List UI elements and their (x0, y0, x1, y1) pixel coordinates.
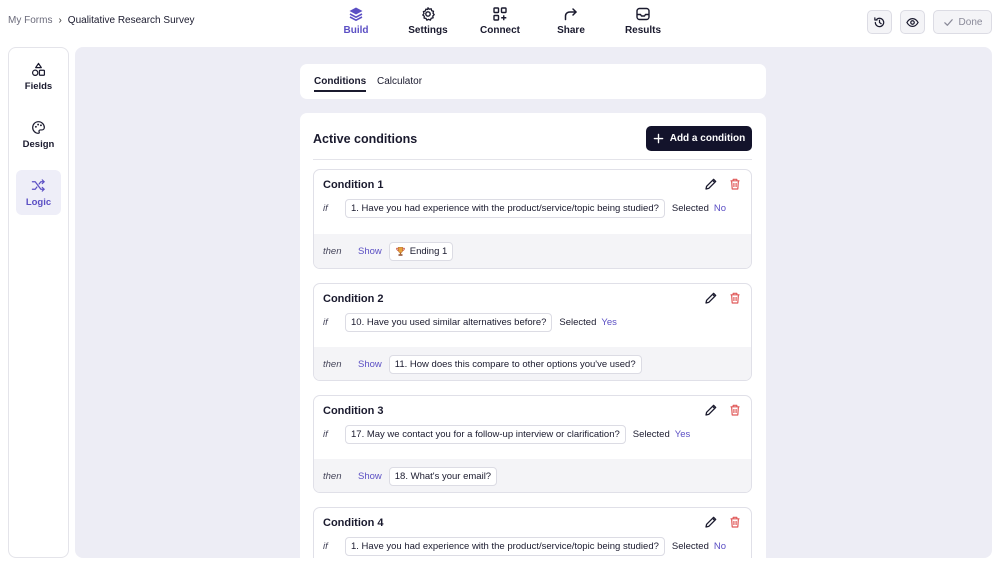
sidebar-item-label: Logic (25, 196, 52, 208)
condition-card: Condition 3 if 17. May we contact you fo… (313, 395, 752, 493)
if-keyword: if (323, 429, 328, 440)
nav-results-label: Results (624, 25, 662, 36)
sidebar-item-fields[interactable]: Fields (16, 54, 61, 99)
condition-name: Condition 4 (323, 517, 384, 529)
target-chip[interactable]: 18. What's your email? (388, 467, 498, 486)
target-label: Ending 1 (409, 246, 448, 257)
nav-settings[interactable]: Settings (398, 6, 458, 36)
value-label[interactable]: No (714, 541, 726, 552)
inbox-icon (636, 7, 650, 21)
condition-if-row: if 10. Have you used similar alternative… (323, 313, 617, 332)
trash-icon[interactable] (728, 515, 742, 529)
done-label: Done (958, 16, 983, 28)
grid-plus-icon (493, 7, 507, 21)
condition-card: Condition 4 if 1. Have you had experienc… (313, 507, 752, 558)
logic-tabs: Conditions Calculator (300, 64, 766, 99)
target-chip[interactable]: 11. How does this compare to other optio… (388, 355, 642, 374)
nav-results[interactable]: Results (613, 6, 673, 36)
layers-icon (349, 7, 363, 21)
operator-label[interactable]: Selected (559, 317, 596, 328)
nav-settings-label: Settings (408, 25, 448, 36)
condition-if-row: if 17. May we contact you for a follow-u… (323, 425, 690, 444)
trash-icon[interactable] (728, 177, 742, 191)
add-condition-label: Add a condition (669, 133, 746, 144)
shuffle-icon (31, 178, 45, 192)
condition-name: Condition 2 (323, 293, 384, 305)
value-label[interactable]: Yes (675, 429, 691, 440)
trash-icon[interactable] (728, 291, 742, 305)
question-chip[interactable]: 17. May we contact you for a follow-up i… (345, 425, 626, 444)
nav-connect[interactable]: Connect (470, 6, 530, 36)
action-label[interactable]: Show (358, 246, 382, 257)
top-actions: Done (867, 10, 992, 34)
history-icon (874, 16, 885, 27)
shapes-icon (31, 62, 46, 76)
condition-if-row: if 1. Have you had experience with the p… (323, 537, 726, 556)
trash-icon[interactable] (728, 403, 742, 417)
action-label[interactable]: Show (358, 359, 382, 370)
sidebar-item-logic[interactable]: Logic (16, 170, 61, 215)
left-sidebar: Fields Design Logic (8, 47, 69, 558)
preview-button[interactable] (900, 10, 925, 34)
then-keyword: then (323, 359, 342, 370)
operator-label[interactable]: Selected (672, 541, 709, 552)
pencil-icon[interactable] (704, 177, 718, 191)
tab-conditions[interactable]: Conditions (314, 64, 367, 99)
plus-icon (653, 133, 664, 144)
top-bar: My Forms › Qualitative Research Survey B… (0, 0, 1000, 44)
operator-label[interactable]: Selected (672, 203, 709, 214)
condition-then-row: then Show 18. What's your email? (314, 459, 751, 492)
question-chip[interactable]: 10. Have you used similar alternatives b… (345, 313, 553, 332)
conditions-title: Active conditions (313, 132, 418, 146)
sidebar-item-label: Design (22, 138, 55, 150)
pencil-icon[interactable] (704, 403, 718, 417)
sidebar-item-label: Fields (24, 80, 53, 92)
done-button[interactable]: Done (933, 10, 992, 34)
condition-card: Condition 2 if 10. Have you used similar… (313, 283, 752, 381)
question-chip[interactable]: 1. Have you had experience with the prod… (345, 537, 665, 556)
target-chip[interactable]: Ending 1 (388, 242, 454, 261)
value-label[interactable]: No (714, 203, 726, 214)
sidebar-item-design[interactable]: Design (16, 112, 61, 157)
add-condition-button[interactable]: Add a condition (646, 126, 752, 151)
active-conditions-card: Active conditions Add a condition Condit… (300, 113, 766, 558)
logic-workspace: Conditions Calculator Active conditions … (75, 47, 992, 558)
question-chip[interactable]: 1. Have you had experience with the prod… (345, 199, 665, 218)
eye-icon (906, 17, 919, 27)
palette-icon (32, 120, 45, 134)
breadcrumb-current: Qualitative Research Survey (67, 15, 195, 26)
check-icon (943, 18, 953, 26)
tab-calculator[interactable]: Calculator (377, 64, 422, 99)
then-keyword: then (323, 246, 342, 257)
operator-label[interactable]: Selected (633, 429, 670, 440)
nav-build-label: Build (343, 25, 369, 36)
action-label[interactable]: Show (358, 471, 382, 482)
condition-then-row: then Show 11. How does this compare to o… (314, 347, 751, 380)
trophy-icon (396, 247, 405, 256)
condition-card: Condition 1 if 1. Have you had experienc… (313, 169, 752, 269)
condition-then-row: then Show Ending 1 (314, 234, 751, 268)
if-keyword: if (323, 317, 328, 328)
pencil-icon[interactable] (704, 291, 718, 305)
if-keyword: if (323, 541, 328, 552)
breadcrumb: My Forms › Qualitative Research Survey (8, 15, 195, 26)
condition-name: Condition 1 (323, 179, 384, 191)
condition-name: Condition 3 (323, 405, 384, 417)
breadcrumb-root-link[interactable]: My Forms (8, 15, 52, 26)
nav-share[interactable]: Share (541, 6, 601, 36)
nav-connect-label: Connect (480, 25, 520, 36)
conditions-header: Active conditions Add a condition (313, 126, 752, 160)
share-arrow-icon (564, 8, 577, 21)
condition-if-row: if 1. Have you had experience with the p… (323, 199, 726, 218)
nav-build[interactable]: Build (326, 6, 386, 36)
then-keyword: then (323, 471, 342, 482)
nav-share-label: Share (557, 25, 585, 36)
gear-icon (422, 7, 435, 21)
value-label[interactable]: Yes (601, 317, 617, 328)
if-keyword: if (323, 203, 328, 214)
pencil-icon[interactable] (704, 515, 718, 529)
breadcrumb-separator: › (58, 15, 62, 26)
history-button[interactable] (867, 10, 892, 34)
